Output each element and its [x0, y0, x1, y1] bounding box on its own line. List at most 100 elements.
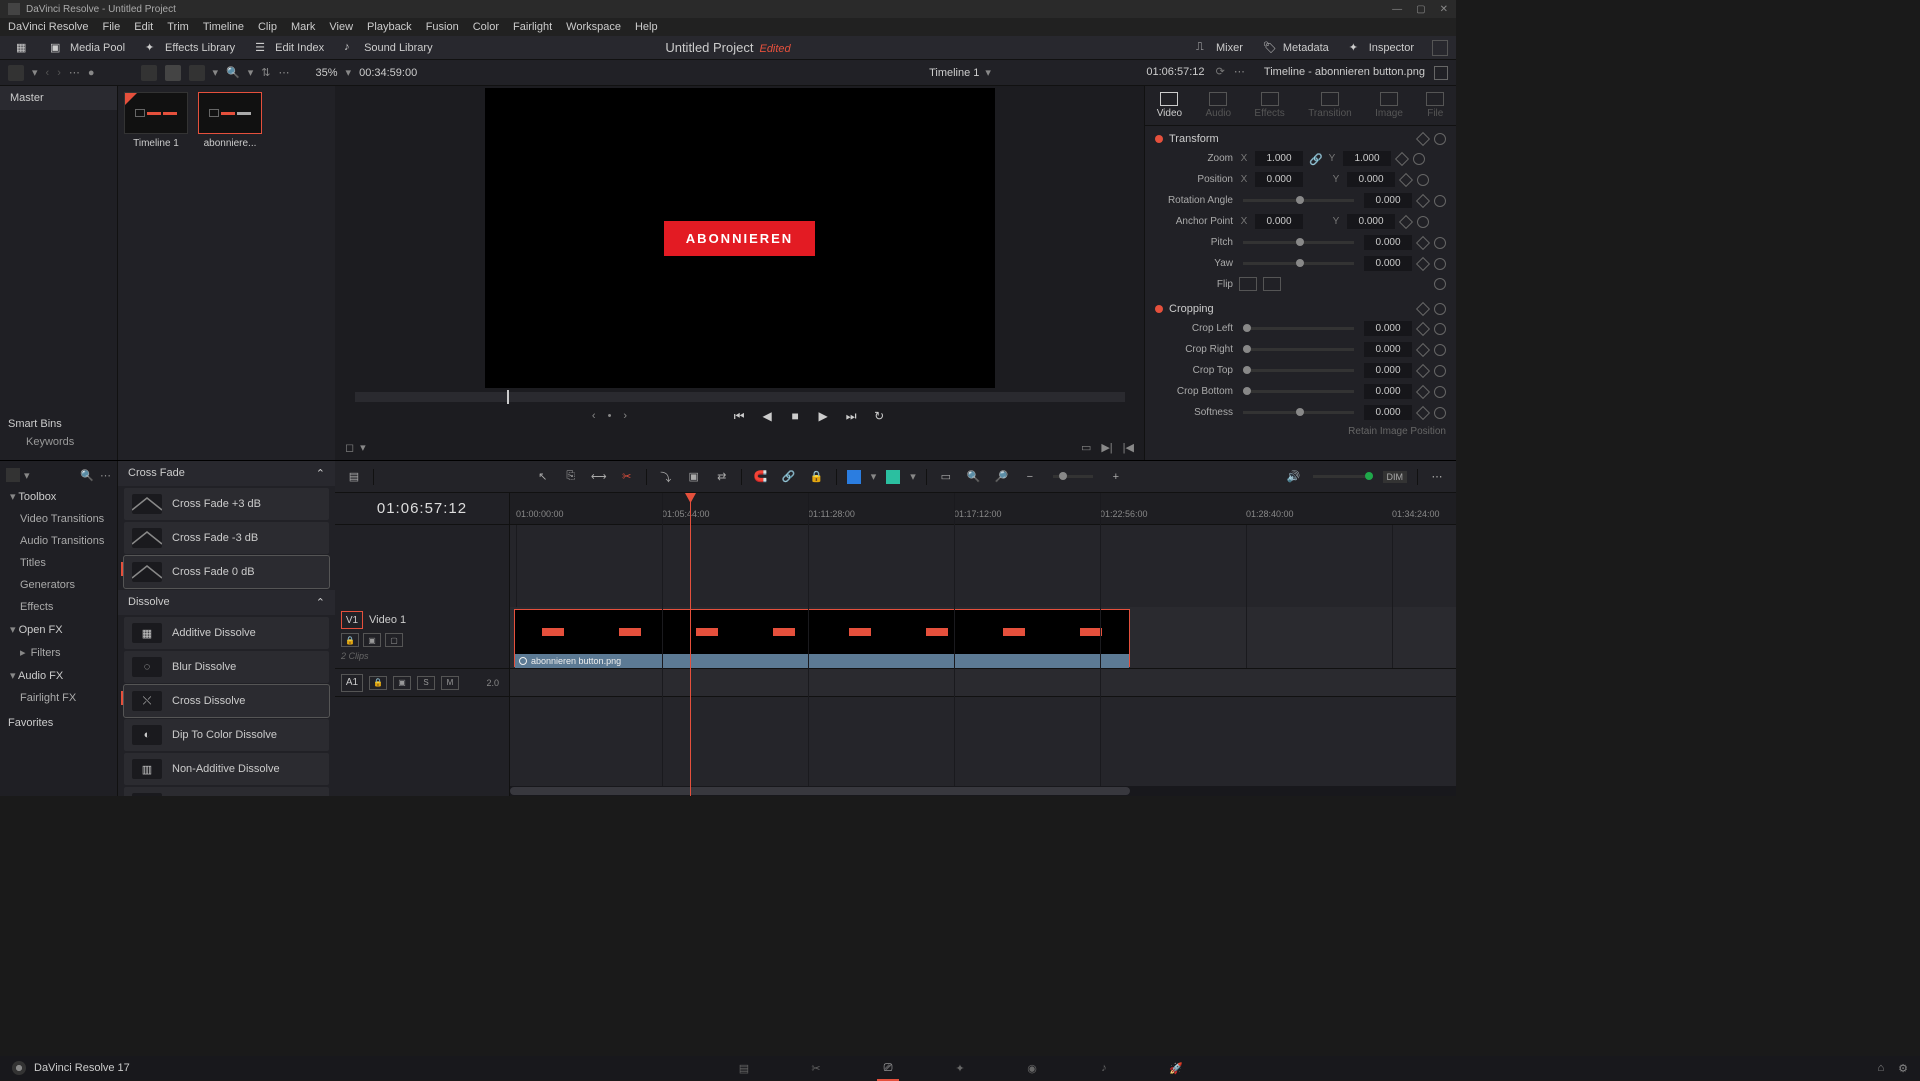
rotation-field[interactable]: 0.000	[1364, 193, 1412, 208]
more-icon[interactable]: ⋯	[1428, 469, 1446, 485]
deliver-page-icon[interactable]: 🚀	[1165, 1060, 1187, 1076]
keyframe-icon[interactable]	[1399, 172, 1413, 186]
keyframe-icon[interactable]	[1416, 256, 1430, 270]
fairlightfx-node[interactable]: Fairlight FX	[0, 687, 117, 709]
dissolve-category[interactable]: Dissolve⌃	[118, 590, 335, 615]
video-clip[interactable]: abonnieren button.png	[514, 609, 1130, 667]
reset-icon[interactable]	[1434, 386, 1446, 398]
crop-right-slider[interactable]	[1243, 348, 1354, 351]
media-pool-button[interactable]: ▣Media Pool	[42, 39, 133, 57]
tab-audio[interactable]: Audio	[1205, 92, 1231, 119]
maximize-icon[interactable]: ▢	[1416, 4, 1425, 15]
disable-icon[interactable]: ▢	[385, 633, 403, 647]
a1-track-header[interactable]: A1 🔒 ▣ S M 2.0	[335, 669, 509, 697]
zoom-percent[interactable]: 35%	[316, 67, 338, 79]
sound-library-button[interactable]: ♪Sound Library	[336, 39, 441, 57]
chevron-down-icon[interactable]: ▾	[248, 66, 254, 79]
list-view-icon[interactable]	[141, 65, 157, 81]
crop-bottom-field[interactable]: 0.000	[1364, 384, 1412, 399]
chevron-down-icon[interactable]: ▾	[213, 66, 219, 79]
timeline-view-options-icon[interactable]: ▤	[345, 469, 363, 485]
zoom-fit-icon[interactable]: 🔎	[993, 469, 1011, 485]
fx-item[interactable]: ▥Non-Additive Dissolve	[124, 753, 329, 785]
timeline-tracks[interactable]: 01:00:00:00 01:05:44:00 01:11:28:00 01:1…	[510, 493, 1456, 796]
menu-item[interactable]: Playback	[367, 21, 412, 33]
zoom-slider[interactable]	[1053, 475, 1093, 478]
keyframe-icon[interactable]	[1395, 151, 1409, 165]
solo-button[interactable]: S	[417, 676, 435, 690]
home-icon[interactable]: ⌂	[1877, 1062, 1884, 1075]
v1-track[interactable]: abonnieren button.png	[510, 607, 1456, 669]
effects-library-button[interactable]: ✦Effects Library	[137, 39, 243, 57]
blade-tool-icon[interactable]: ✂	[618, 469, 636, 485]
three-point-icon[interactable]: •	[608, 410, 612, 422]
effects-node[interactable]: Effects	[0, 596, 117, 618]
reset-icon[interactable]	[1434, 237, 1446, 249]
range-tool-icon[interactable]: ▭	[937, 469, 955, 485]
pitch-slider[interactable]	[1243, 241, 1354, 244]
step-back-icon[interactable]: |◀	[1123, 441, 1134, 454]
titles-node[interactable]: Titles	[0, 552, 117, 574]
mute-button[interactable]: M	[441, 676, 459, 690]
crop-right-field[interactable]: 0.000	[1364, 342, 1412, 357]
stop-icon[interactable]: ■	[787, 408, 803, 424]
menu-item[interactable]: File	[103, 21, 121, 33]
menu-item[interactable]: Color	[473, 21, 499, 33]
flag-blue-icon[interactable]	[847, 470, 861, 484]
yaw-slider[interactable]	[1243, 262, 1354, 265]
fx-item[interactable]: Cross Fade 0 dB	[124, 556, 329, 588]
more-icon[interactable]: ⋯	[100, 469, 111, 482]
loop-icon[interactable]: ↻	[871, 408, 887, 424]
crop-left-field[interactable]: 0.000	[1364, 321, 1412, 336]
chevron-down-icon[interactable]: ▾	[24, 469, 30, 482]
pos-x-field[interactable]: 0.000	[1255, 172, 1303, 187]
tab-transition[interactable]: Transition	[1308, 92, 1352, 119]
softness-field[interactable]: 0.000	[1364, 405, 1412, 420]
keyframe-icon[interactable]	[1416, 302, 1430, 316]
menu-item[interactable]: Fusion	[426, 21, 459, 33]
flip-v-button[interactable]	[1263, 277, 1281, 291]
menu-item[interactable]: Timeline	[203, 21, 244, 33]
sort-icon[interactable]: ⇅	[261, 66, 270, 79]
menu-item[interactable]: Mark	[291, 21, 315, 33]
more-icon[interactable]: ⋯	[279, 66, 290, 79]
master-bin[interactable]: Master	[0, 86, 117, 110]
collapse-icon[interactable]: ⌃	[316, 596, 325, 609]
clip-thumbnail-selected[interactable]: abonniere...	[198, 92, 262, 454]
chevron-down-icon[interactable]: ▾	[360, 441, 366, 454]
close-icon[interactable]: ✕	[1440, 4, 1448, 15]
more-icon[interactable]: ⋯	[69, 66, 80, 79]
edit-index-button[interactable]: ☰Edit Index	[247, 39, 332, 57]
reset-icon[interactable]	[1417, 174, 1429, 186]
trim-tool-icon[interactable]: ⎘	[562, 469, 580, 485]
cut-page-icon[interactable]: ✂	[805, 1060, 827, 1076]
crossfade-category[interactable]: Cross Fade⌃	[118, 461, 335, 486]
auto-select-icon[interactable]: ▣	[393, 676, 411, 690]
fx-item[interactable]: ▦Additive Dissolve	[124, 617, 329, 649]
crop-top-field[interactable]: 0.000	[1364, 363, 1412, 378]
fx-item[interactable]: Cross Fade +3 dB	[124, 488, 329, 520]
flag-teal-icon[interactable]	[886, 470, 900, 484]
fairlight-page-icon[interactable]: ♪	[1093, 1060, 1115, 1076]
yaw-field[interactable]: 0.000	[1364, 256, 1412, 271]
keywords-bin[interactable]: Keywords	[8, 430, 109, 454]
step-fwd-icon[interactable]: ▶|	[1101, 441, 1112, 454]
menu-item[interactable]: Clip	[258, 21, 277, 33]
minimize-icon[interactable]: —	[1392, 4, 1402, 15]
audiofx-node[interactable]: Audio FX	[0, 664, 117, 687]
bypass-icon[interactable]: ⟳	[1216, 66, 1225, 78]
openfx-node[interactable]: Open FX	[0, 618, 117, 641]
fusion-page-icon[interactable]: ✦	[949, 1060, 971, 1076]
viewer-scrubber[interactable]	[355, 392, 1125, 402]
keyframe-icon[interactable]	[1416, 235, 1430, 249]
flip-h-button[interactable]	[1239, 277, 1257, 291]
crop-icon[interactable]: ◻	[345, 441, 354, 454]
nav-back-icon[interactable]: ‹	[46, 67, 50, 79]
reset-icon[interactable]	[1434, 133, 1446, 145]
crop-top-slider[interactable]	[1243, 369, 1354, 372]
pos-y-field[interactable]: 0.000	[1347, 172, 1395, 187]
fx-item[interactable]: ◌Blur Dissolve	[124, 651, 329, 683]
snap-icon[interactable]: 🧲	[752, 469, 770, 485]
timecode-display[interactable]: 01:06:57:12	[335, 493, 509, 525]
lock-icon[interactable]: 🔒	[369, 676, 387, 690]
